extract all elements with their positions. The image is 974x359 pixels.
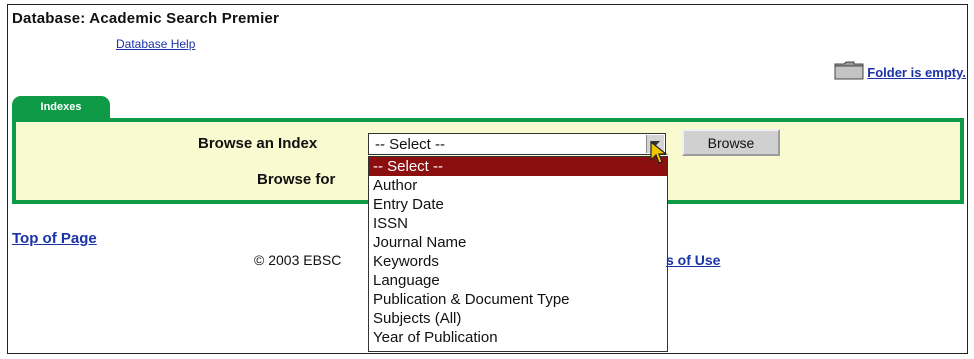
database-help-link[interactable]: Database Help xyxy=(116,37,195,51)
browse-index-label: Browse an Index xyxy=(198,135,318,152)
dropdown-option-publication-document-type[interactable]: Publication & Document Type xyxy=(369,290,667,309)
dropdown-option-select[interactable]: -- Select -- xyxy=(369,157,667,176)
index-dropdown-list: -- Select -- Author Entry Date ISSN Jour… xyxy=(368,156,668,352)
dropdown-option-author[interactable]: Author xyxy=(369,176,667,195)
folder-status: Folder is empty. xyxy=(834,60,966,80)
dropdown-option-journal-name[interactable]: Journal Name xyxy=(369,233,667,252)
dropdown-option-entry-date[interactable]: Entry Date xyxy=(369,195,667,214)
tab-indexes[interactable]: Indexes xyxy=(12,96,110,119)
database-title: Database: Academic Search Premier xyxy=(12,10,280,27)
folder-icon[interactable] xyxy=(834,60,864,80)
terms-of-use-link[interactable]: s of Use xyxy=(666,252,720,268)
dropdown-option-keywords[interactable]: Keywords xyxy=(369,252,667,271)
top-of-page-link[interactable]: Top of Page xyxy=(12,230,97,247)
dropdown-option-language[interactable]: Language xyxy=(369,271,667,290)
index-select[interactable]: -- Select -- xyxy=(368,133,666,155)
pointer-cursor-icon xyxy=(648,140,670,166)
folder-link[interactable]: Folder is empty. xyxy=(867,65,966,80)
copyright-text: © 2003 EBSC xyxy=(254,252,342,268)
dropdown-option-year-of-publication[interactable]: Year of Publication xyxy=(369,328,667,347)
index-select-value: -- Select -- xyxy=(375,136,446,153)
browse-button[interactable]: Browse xyxy=(682,129,780,156)
dropdown-option-issn[interactable]: ISSN xyxy=(369,214,667,233)
dropdown-option-subjects[interactable]: Subjects (All) xyxy=(369,309,667,328)
browse-for-label: Browse for xyxy=(257,171,336,188)
